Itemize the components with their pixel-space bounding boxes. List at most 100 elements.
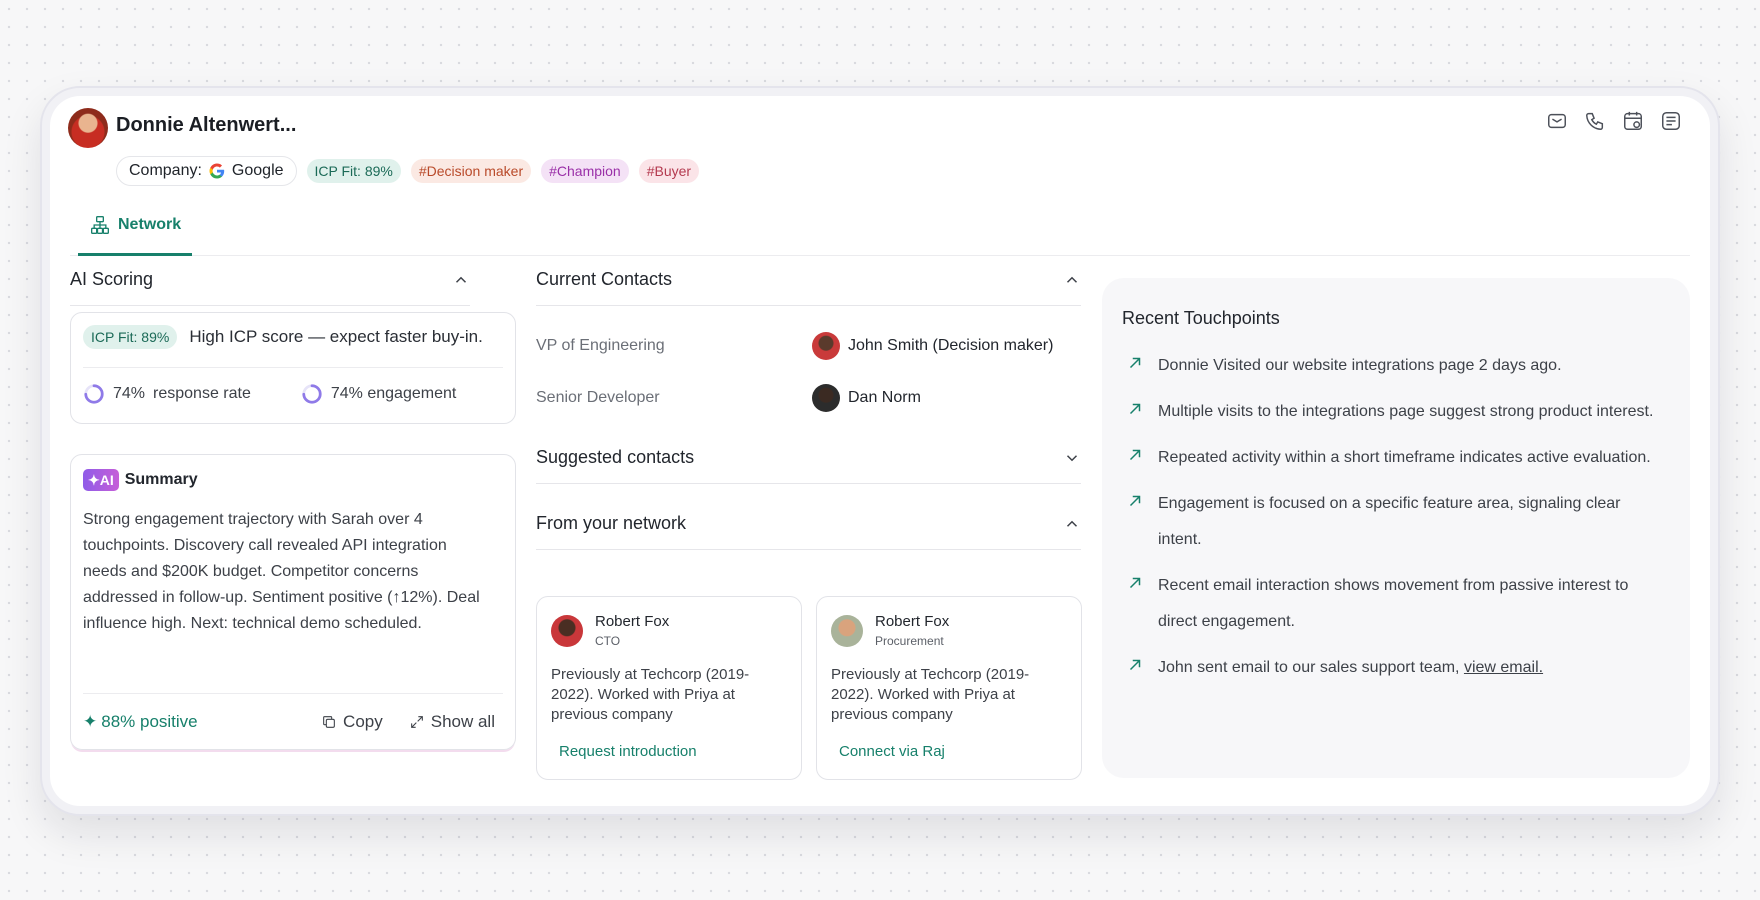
company-label: Company: xyxy=(129,162,202,179)
network-description: Previously at Techcorp (2019-2022). Work… xyxy=(831,666,1030,723)
touchpoint-text-body: John sent email to our sales support tea… xyxy=(1158,659,1464,676)
tag-champion[interactable]: #Champion xyxy=(541,159,629,183)
touchpoint-text: Donnie Visited our website integrations … xyxy=(1158,357,1562,374)
mail-icon[interactable] xyxy=(1546,110,1568,132)
tag-decision-maker[interactable]: #Decision maker xyxy=(410,159,532,183)
metric-engagement: 74% engagement xyxy=(301,383,456,405)
progress-ring-icon xyxy=(302,384,322,404)
sparkle-icon: ✦ xyxy=(83,712,98,731)
touchpoint-text: Multiple visits to the integrations page… xyxy=(1158,403,1654,420)
section-title: Suggested contacts xyxy=(536,447,695,467)
copy-icon xyxy=(323,716,335,728)
expand-icon xyxy=(410,716,423,728)
google-logo-icon xyxy=(209,163,225,179)
list-item: Donnie Visited our website integrations … xyxy=(1126,348,1666,384)
show-all-label: Show all xyxy=(430,712,495,731)
tag-buyer[interactable]: #Buyer xyxy=(638,159,700,183)
summary-text: Strong engagement trajectory with Sarah … xyxy=(83,511,480,632)
sentiment-text: 88% positive xyxy=(101,712,198,731)
network-title: CTO xyxy=(595,634,621,648)
contact-row[interactable]: VP of Engineering John Smith (Decision m… xyxy=(536,326,1081,366)
contact-name: Dan Norm xyxy=(848,389,921,406)
contact-row[interactable]: Senior Developer Dan Norm xyxy=(536,378,1081,418)
company-chip[interactable]: Company: Google xyxy=(116,156,297,186)
avatar xyxy=(812,384,840,412)
network-description: Previously at Techcorp (2019-2022). Work… xyxy=(551,666,750,723)
show-all-button[interactable]: Show all xyxy=(409,712,495,732)
network-name: Robert Fox xyxy=(875,613,950,630)
ai-scoring-header[interactable]: AI Scoring xyxy=(70,254,470,306)
metric-value: 74% xyxy=(113,385,146,402)
arrow-up-right-icon xyxy=(1129,495,1141,507)
chevron-up-icon[interactable] xyxy=(452,271,470,289)
list-item: Engagement is focused on a specific feat… xyxy=(1126,486,1666,558)
network-card: Robert Fox CTO Previously at Techcorp (2… xyxy=(536,596,802,780)
network-header[interactable]: From your network xyxy=(536,498,1081,550)
touchpoint-text: John sent email to our sales support tea… xyxy=(1158,650,1543,686)
arrow-up-right-icon xyxy=(1129,659,1141,671)
list-item: Recent email interaction shows movement … xyxy=(1126,568,1666,640)
progress-ring-icon xyxy=(84,384,104,404)
contact-role: Senior Developer xyxy=(536,389,660,406)
summary-title: Summary xyxy=(124,471,198,488)
summary-footer: ✦ 88% positive Copy Show all xyxy=(83,693,503,749)
list-item: Repeated activity within a short timefra… xyxy=(1126,440,1666,476)
phone-icon[interactable] xyxy=(1584,110,1606,132)
copy-label: Copy xyxy=(343,712,383,731)
tag-icp-fit[interactable]: ICP Fit: 89% xyxy=(306,159,401,183)
notes-icon[interactable] xyxy=(1660,110,1682,132)
section-title: Recent Touchpoints xyxy=(1122,308,1280,328)
contact-name: John Smith (Decision maker) xyxy=(848,337,1054,354)
contact-role: VP of Engineering xyxy=(536,337,665,354)
header-actions xyxy=(1546,110,1682,132)
chevron-up-icon[interactable] xyxy=(1063,271,1081,289)
icp-badge: ICP Fit: 89% xyxy=(83,325,178,349)
calendar-icon[interactable] xyxy=(1622,110,1644,132)
avatar xyxy=(812,332,840,360)
arrow-up-right-icon xyxy=(1129,357,1141,369)
contact-name: Donnie Altenwert... xyxy=(116,114,297,136)
arrow-up-right-icon xyxy=(1129,403,1141,415)
contact-card: Donnie Altenwert... Company: Google ICP … xyxy=(50,96,1710,806)
view-email-link[interactable]: view email. xyxy=(1464,659,1543,676)
company-name: Google xyxy=(231,162,284,179)
sentiment-indicator: ✦ 88% positive xyxy=(83,712,198,732)
icp-text: High ICP score — expect faster buy-in. xyxy=(189,327,483,346)
chevron-down-icon[interactable] xyxy=(1063,449,1081,467)
list-item: John sent email to our sales support tea… xyxy=(1126,650,1666,686)
network-name: Robert Fox xyxy=(595,613,670,630)
arrow-up-right-icon xyxy=(1129,577,1141,589)
avatar[interactable] xyxy=(68,108,108,148)
network-card: Robert Fox Procurement Previously at Tec… xyxy=(816,596,1082,780)
network-icon xyxy=(91,215,109,234)
current-contacts-header[interactable]: Current Contacts xyxy=(536,254,1081,306)
section-title: Current Contacts xyxy=(536,269,673,289)
touchpoint-text: Repeated activity within a short timefra… xyxy=(1158,449,1651,466)
ai-badge: ✦AI xyxy=(83,469,119,491)
connect-via-link[interactable]: Connect via Raj xyxy=(839,743,945,760)
network-title: Procurement xyxy=(875,634,944,648)
avatar xyxy=(551,615,583,647)
arrow-up-right-icon xyxy=(1129,449,1141,461)
list-item: Multiple visits to the integrations page… xyxy=(1126,394,1666,430)
touchpoint-text: Engagement is focused on a specific feat… xyxy=(1158,495,1621,548)
chevron-up-icon[interactable] xyxy=(1063,515,1081,533)
divider xyxy=(83,367,503,368)
icp-score-box: ICP Fit: 89% High ICP score — expect fas… xyxy=(70,312,516,424)
metric-label: response rate xyxy=(153,385,251,402)
metric-value: 74% engagement xyxy=(330,385,457,402)
tab-bar: Network xyxy=(70,196,1690,256)
ai-summary-box: ✦AI Summary Strong engagement trajectory… xyxy=(70,454,516,750)
touchpoint-list: Donnie Visited our website integrations … xyxy=(1126,348,1666,696)
section-title: From your network xyxy=(536,513,687,533)
metric-response-rate: 74% response rate xyxy=(83,383,251,405)
tag-row: Company: Google ICP Fit: 89% #Decision m… xyxy=(116,156,700,186)
request-introduction-link[interactable]: Request introduction xyxy=(559,743,697,760)
section-title: AI Scoring xyxy=(70,269,154,289)
copy-button[interactable]: Copy xyxy=(321,712,383,732)
avatar xyxy=(831,615,863,647)
tab-network[interactable]: Network xyxy=(78,196,192,256)
tab-label: Network xyxy=(118,215,182,233)
suggested-contacts-header[interactable]: Suggested contacts xyxy=(536,432,1081,484)
touchpoint-text: Recent email interaction shows movement … xyxy=(1158,577,1629,630)
